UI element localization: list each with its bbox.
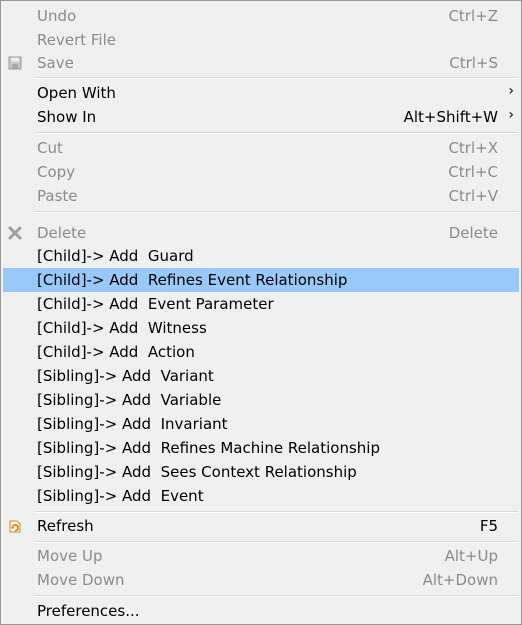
menu-item-copy[interactable]: Copy Ctrl+C xyxy=(3,160,519,184)
menu-item-label: Paste xyxy=(37,187,78,205)
menu-item-add-action[interactable]: [Child]-> Add Action xyxy=(3,340,519,364)
menu-item-label: [Sibling]-> Add Refines Machine Relation… xyxy=(37,439,380,457)
menu-item-label: [Child]-> Add Refines Event Relationship xyxy=(37,271,348,289)
menu-item-open-with[interactable]: Open With › xyxy=(3,81,519,105)
menu-item-label: Copy xyxy=(37,163,76,181)
menu-item-label: Delete xyxy=(37,224,87,242)
menu-item-label: Move Up xyxy=(37,547,103,565)
menu-item-add-refines-machine-relationship[interactable]: [Sibling]-> Add Refines Machine Relation… xyxy=(3,436,519,460)
menu-item-shortcut: Alt+Down xyxy=(422,571,498,589)
menu-item-add-event[interactable]: [Sibling]-> Add Event xyxy=(3,484,519,508)
menu-item-revert-file[interactable]: Revert File xyxy=(3,28,519,52)
menu-item-preferences[interactable]: Preferences... xyxy=(3,599,519,623)
menu-item-label: [Child]-> Add Witness xyxy=(37,319,207,337)
menu-separator xyxy=(35,132,518,134)
menu-item-undo[interactable]: Undo Ctrl+Z xyxy=(3,4,519,28)
menu-item-shortcut: Delete xyxy=(448,224,498,242)
floppy-disk-icon xyxy=(7,55,23,71)
delete-x-icon xyxy=(7,225,23,241)
menu-item-shortcut: Ctrl+V xyxy=(448,187,498,205)
menu-item-label: Save xyxy=(37,54,74,72)
menu-item-label: Move Down xyxy=(37,571,125,589)
menu-item-label: [Sibling]-> Add Invariant xyxy=(37,415,228,433)
chevron-right-icon: › xyxy=(508,107,514,123)
menu-item-shortcut: Ctrl+S xyxy=(449,54,498,72)
menu-item-add-sees-context-relationship[interactable]: [Sibling]-> Add Sees Context Relationshi… xyxy=(3,460,519,484)
menu-item-move-down[interactable]: Move Down Alt+Down xyxy=(3,568,519,592)
menu-item-save[interactable]: Save Ctrl+S xyxy=(3,51,519,75)
menu-item-add-variable[interactable]: [Sibling]-> Add Variable xyxy=(3,388,519,412)
menu-item-label: [Child]-> Add Event Parameter xyxy=(37,295,274,313)
menu-item-add-variant[interactable]: [Sibling]-> Add Variant xyxy=(3,364,519,388)
menu-item-cut[interactable]: Cut Ctrl+X xyxy=(3,136,519,160)
menu-item-shortcut: F5 xyxy=(479,517,498,535)
refresh-icon xyxy=(7,518,23,534)
menu-item-refresh[interactable]: Refresh F5 xyxy=(3,514,519,538)
menu-item-label: Refresh xyxy=(37,517,94,535)
menu-separator xyxy=(35,541,518,543)
menu-item-label: [Sibling]-> Add Variant xyxy=(37,367,214,385)
menu-item-add-guard[interactable]: [Child]-> Add Guard xyxy=(3,244,519,268)
menu-item-label: Revert File xyxy=(37,31,116,49)
menu-item-show-in[interactable]: Show In Alt+Shift+W › xyxy=(3,105,519,129)
menu-item-add-refines-event-relationship[interactable]: [Child]-> Add Refines Event Relationship xyxy=(3,268,519,292)
chevron-right-icon: › xyxy=(508,83,514,99)
menu-item-label: [Sibling]-> Add Sees Context Relationshi… xyxy=(37,463,357,481)
menu-item-shortcut: Ctrl+X xyxy=(448,139,498,157)
menu-item-label: Preferences... xyxy=(37,602,140,620)
menu-item-add-event-parameter[interactable]: [Child]-> Add Event Parameter xyxy=(3,292,519,316)
menu-item-shortcut: Alt+Shift+W xyxy=(403,108,498,126)
menu-item-shortcut: Ctrl+C xyxy=(448,163,498,181)
menu-item-shortcut: Alt+Up xyxy=(444,547,498,565)
menu-item-add-witness[interactable]: [Child]-> Add Witness xyxy=(3,316,519,340)
menu-item-label: [Child]-> Add Action xyxy=(37,343,195,361)
menu-item-label: [Child]-> Add Guard xyxy=(37,247,194,265)
menu-separator xyxy=(35,595,518,597)
menu-item-label: Cut xyxy=(37,139,63,157)
menu-item-label: Undo xyxy=(37,7,77,25)
menu-item-shortcut: Ctrl+Z xyxy=(448,7,498,25)
menu-separator xyxy=(35,77,518,79)
menu-item-label: Open With xyxy=(37,84,116,102)
menu-item-label: [Sibling]-> Add Variable xyxy=(37,391,222,409)
menu-item-label: Show In xyxy=(37,108,97,126)
menu-item-label: [Sibling]-> Add Event xyxy=(37,487,204,505)
menu-item-move-up[interactable]: Move Up Alt+Up xyxy=(3,544,519,568)
menu-item-paste[interactable]: Paste Ctrl+V xyxy=(3,184,519,208)
menu-separator xyxy=(35,211,518,213)
menu-item-delete[interactable]: Delete Delete xyxy=(3,221,519,245)
menu-separator xyxy=(35,511,518,513)
context-menu: Undo Ctrl+Z Revert File Save Ctrl+S Open… xyxy=(0,0,522,625)
menu-item-add-invariant[interactable]: [Sibling]-> Add Invariant xyxy=(3,412,519,436)
